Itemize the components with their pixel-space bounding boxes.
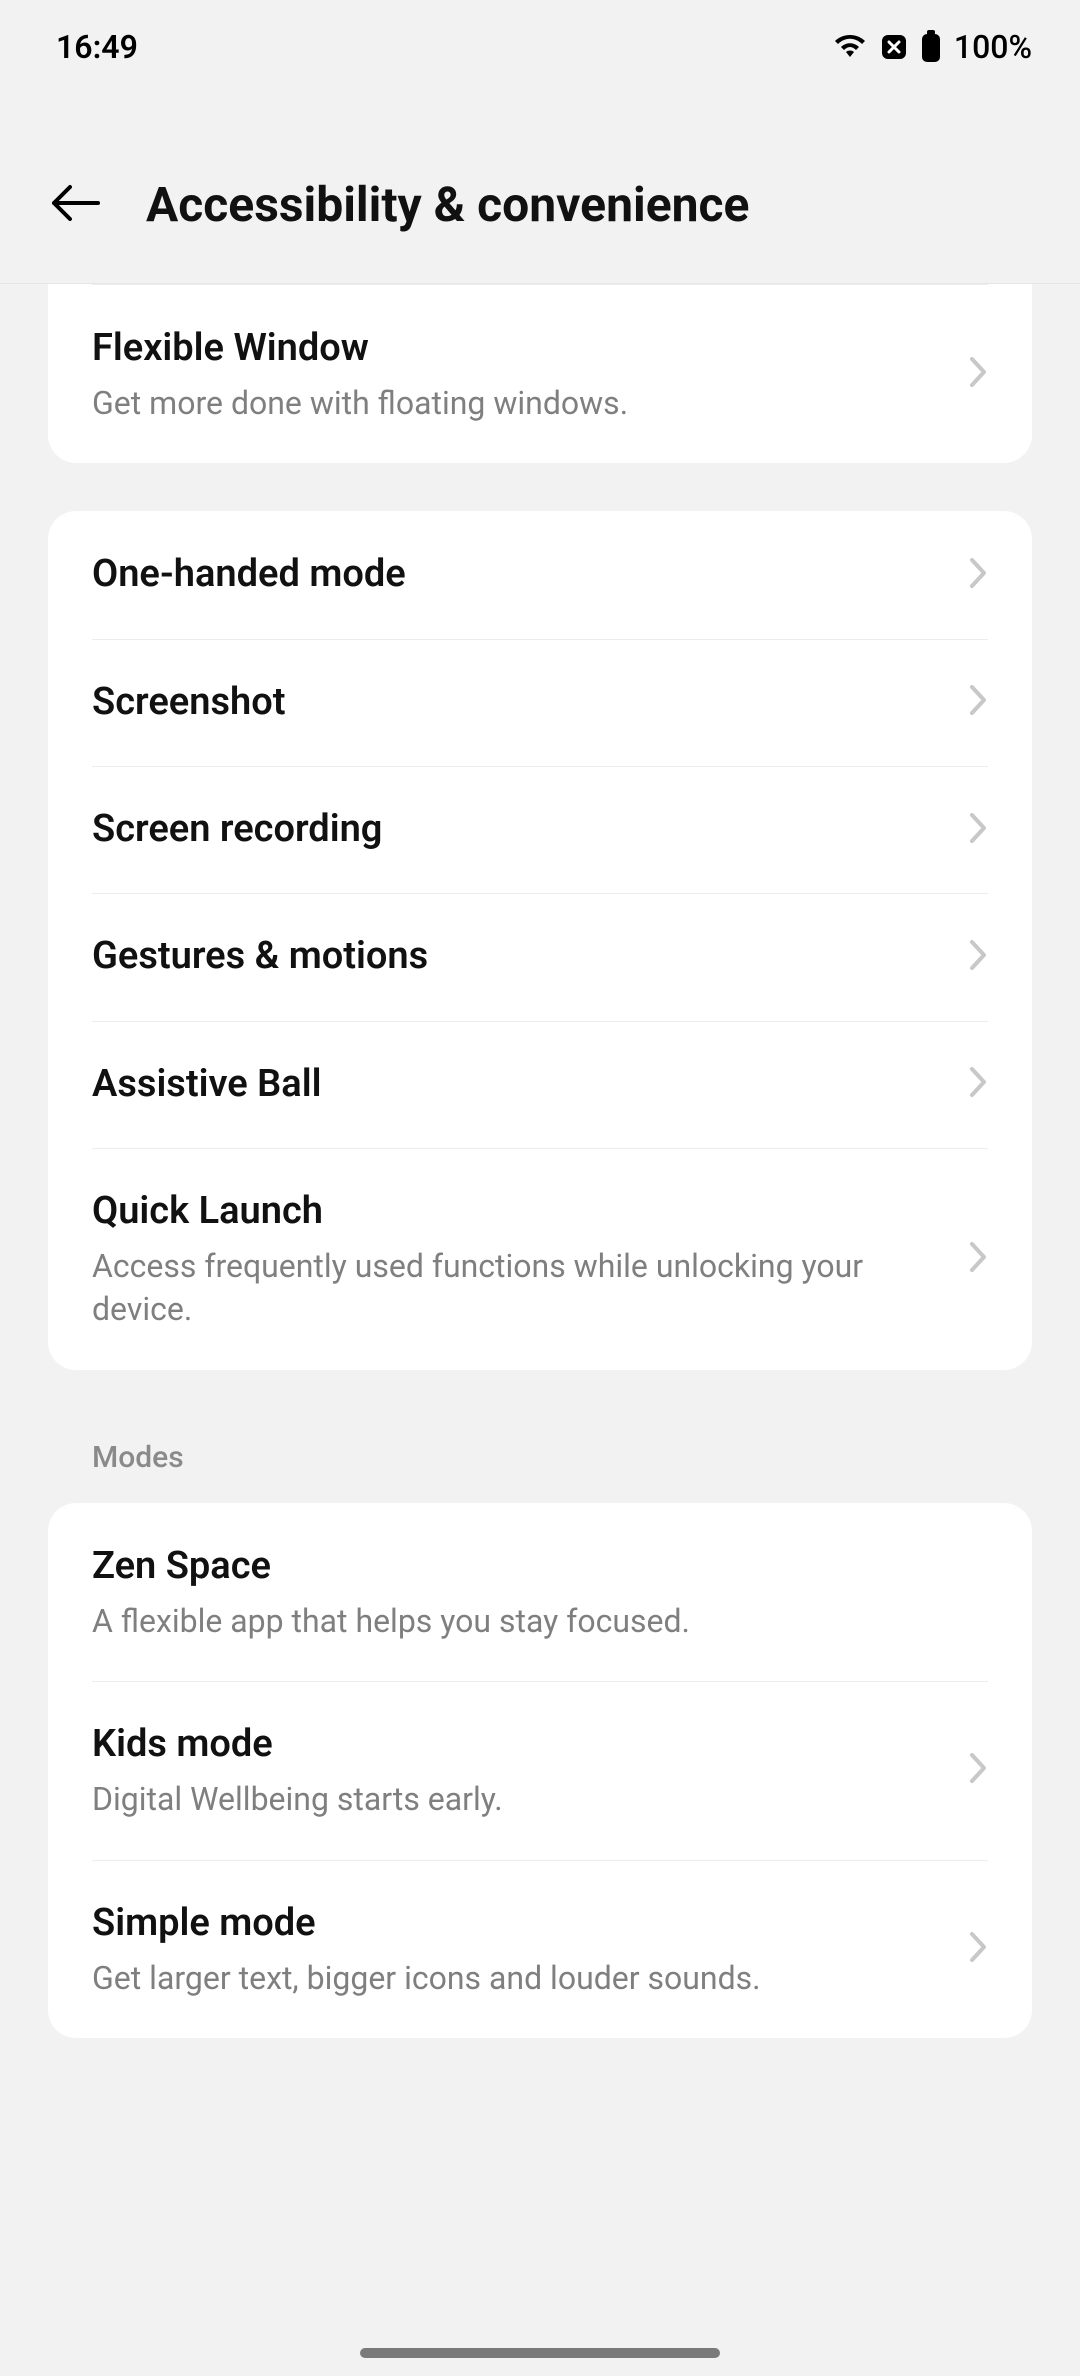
network-badge-icon: [880, 33, 908, 61]
row-text: Screenshot: [92, 677, 968, 728]
row-kids-mode[interactable]: Kids mode Digital Wellbeing starts early…: [48, 1681, 1032, 1859]
page-title: Accessibility & convenience: [146, 176, 749, 233]
row-subtitle: Access frequently used functions while u…: [92, 1245, 944, 1331]
row-text: Quick Launch Access frequently used func…: [92, 1186, 968, 1332]
chevron-right-icon: [968, 938, 988, 976]
row-text: Gestures & motions: [92, 931, 968, 982]
chevron-right-icon: [968, 1065, 988, 1103]
settings-group-1: Flexible Window Get more done with float…: [48, 284, 1032, 463]
row-title: Flexible Window: [92, 323, 944, 374]
chevron-right-icon: [968, 811, 988, 849]
row-title: Quick Launch: [92, 1186, 944, 1237]
page-header: Accessibility & convenience: [0, 80, 1080, 284]
row-simple-mode[interactable]: Simple mode Get larger text, bigger icon…: [48, 1860, 1032, 2038]
row-title: Screenshot: [92, 677, 944, 728]
row-text: Assistive Ball: [92, 1059, 968, 1110]
settings-group-2: One-handed mode Screenshot Screen record…: [48, 511, 1032, 1369]
row-title: One-handed mode: [92, 549, 944, 600]
row-title: Simple mode: [92, 1898, 944, 1949]
row-text: Kids mode Digital Wellbeing starts early…: [92, 1719, 968, 1821]
row-subtitle: Digital Wellbeing starts early.: [92, 1778, 944, 1821]
row-subtitle: A flexible app that helps you stay focus…: [92, 1600, 964, 1643]
row-title: Zen Space: [92, 1541, 964, 1592]
row-flexible-window[interactable]: Flexible Window Get more done with float…: [48, 285, 1032, 463]
row-text: One-handed mode: [92, 549, 968, 600]
arrow-left-icon: [50, 183, 102, 227]
row-text: Zen Space A flexible app that helps you …: [92, 1541, 988, 1643]
row-screen-recording[interactable]: Screen recording: [48, 766, 1032, 893]
row-assistive-ball[interactable]: Assistive Ball: [48, 1021, 1032, 1148]
wifi-icon: [832, 33, 868, 61]
row-text: Simple mode Get larger text, bigger icon…: [92, 1898, 968, 2000]
row-title: Screen recording: [92, 804, 944, 855]
battery-icon: [920, 30, 942, 64]
status-right: 100%: [832, 28, 1032, 66]
row-quick-launch[interactable]: Quick Launch Access frequently used func…: [48, 1148, 1032, 1370]
chevron-right-icon: [968, 1930, 988, 1968]
row-title: Kids mode: [92, 1719, 944, 1770]
chevron-right-icon: [968, 355, 988, 393]
content: Flexible Window Get more done with float…: [0, 284, 1080, 2038]
section-label-modes: Modes: [48, 1370, 1032, 1503]
home-indicator[interactable]: [360, 2348, 720, 2358]
row-one-handed-mode[interactable]: One-handed mode: [48, 511, 1032, 638]
status-bar: 16:49 100%: [0, 0, 1080, 80]
row-title: Gestures & motions: [92, 931, 944, 982]
row-subtitle: Get larger text, bigger icons and louder…: [92, 1957, 944, 2000]
row-text: Flexible Window Get more done with float…: [92, 323, 968, 425]
back-button[interactable]: [48, 177, 104, 233]
row-subtitle: Get more done with floating windows.: [92, 382, 944, 425]
chevron-right-icon: [968, 556, 988, 594]
row-screenshot[interactable]: Screenshot: [48, 639, 1032, 766]
row-gestures-motions[interactable]: Gestures & motions: [48, 893, 1032, 1020]
chevron-right-icon: [968, 1240, 988, 1278]
row-title: Assistive Ball: [92, 1059, 944, 1110]
chevron-right-icon: [968, 683, 988, 721]
status-time: 16:49: [56, 28, 138, 66]
row-zen-space[interactable]: Zen Space A flexible app that helps you …: [48, 1503, 1032, 1681]
chevron-right-icon: [968, 1751, 988, 1789]
settings-group-modes: Zen Space A flexible app that helps you …: [48, 1503, 1032, 2038]
row-text: Screen recording: [92, 804, 968, 855]
battery-text: 100%: [954, 28, 1032, 66]
